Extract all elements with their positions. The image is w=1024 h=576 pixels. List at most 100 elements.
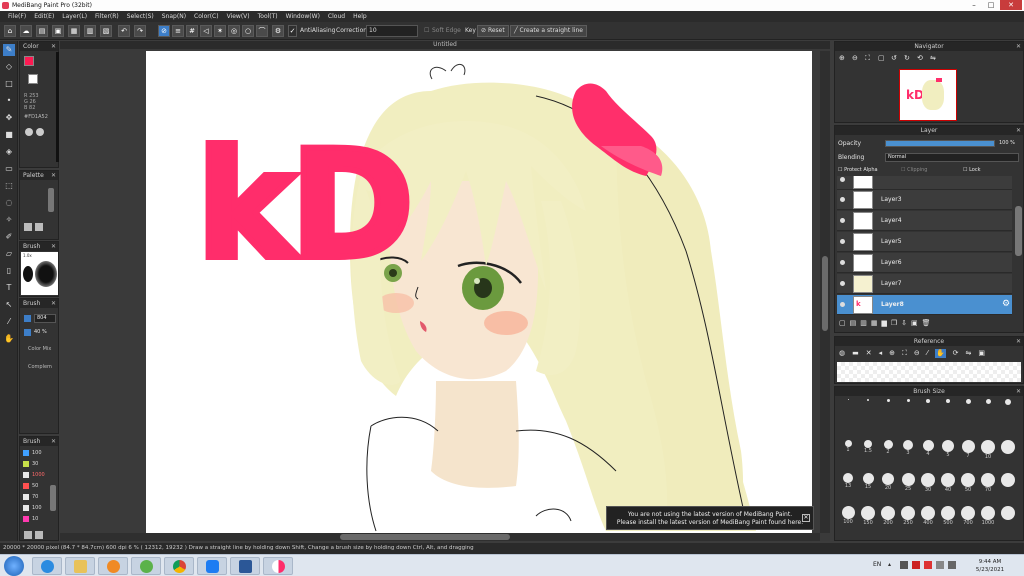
soft-edge-checkbox[interactable]: ☐ — [424, 25, 429, 37]
brush-option-complement[interactable]: Complem — [28, 364, 52, 370]
brush-size-option[interactable]: 400 — [919, 506, 937, 526]
select-tool-icon[interactable]: ⬚ — [3, 180, 15, 192]
taskbar-ie-icon[interactable] — [32, 557, 62, 575]
reference-close-icon[interactable]: ✕ — [866, 349, 872, 358]
close-icon[interactable]: ✕ — [51, 42, 56, 51]
select-eraser-tool-icon[interactable]: ▱ — [3, 248, 15, 260]
eraser-tool-icon[interactable]: ◇ — [3, 61, 15, 73]
brush-size-option[interactable]: 40 — [939, 473, 957, 493]
brush-list-item[interactable]: 50 — [22, 481, 48, 491]
canvas-paper[interactable]: kD — [146, 51, 812, 533]
reference-flip-icon[interactable]: ⇋ — [966, 349, 972, 358]
taskbar-green-app-icon[interactable] — [131, 557, 161, 575]
select-pen-tool-icon[interactable]: ✐ — [3, 231, 15, 243]
brush-size-option[interactable] — [879, 399, 897, 413]
brush-size-option[interactable]: 13 — [839, 473, 857, 489]
brush-size-option[interactable]: 20 — [879, 473, 897, 491]
palette-delete-icon[interactable] — [35, 223, 43, 231]
menu-select[interactable]: Select(S) — [123, 11, 158, 22]
brush-list-item[interactable]: 1000 — [22, 470, 48, 480]
layer-property-icon[interactable]: ▣ — [911, 319, 918, 327]
brush-add-icon[interactable] — [24, 531, 32, 539]
tray-v-icon[interactable] — [924, 561, 932, 569]
straight-line-button[interactable]: ╱ Create a straight line — [510, 25, 587, 37]
layer-blending-select[interactable]: Normal — [885, 153, 1019, 162]
visibility-eye-icon[interactable] — [840, 281, 845, 286]
layer-row[interactable]: Layer6 — [837, 253, 1012, 273]
brush-size-option[interactable] — [999, 506, 1017, 520]
layer-row-selected[interactable]: k Layer8 ⚙ — [837, 295, 1012, 315]
snap-settings-icon[interactable]: ⚙ — [272, 25, 284, 37]
reference-zoom-out-icon[interactable]: ⊖ — [914, 349, 920, 358]
brush-size-option[interactable]: 1000 — [979, 506, 997, 526]
menu-tool[interactable]: Tool(T) — [254, 11, 282, 22]
reference-hand-icon[interactable]: ✋ — [934, 349, 946, 358]
bucket-tool-icon[interactable]: ◈ — [3, 146, 15, 158]
new-folder-icon[interactable]: ▆ — [882, 319, 887, 327]
brush-size-option[interactable] — [839, 399, 857, 413]
tray-volume-icon[interactable] — [948, 561, 956, 569]
layer-row[interactable]: Layer7 — [837, 274, 1012, 294]
document-tab[interactable]: Untitled — [60, 41, 830, 49]
reset-rotation-icon[interactable]: ⟲ — [917, 54, 923, 62]
menu-color[interactable]: Color(C) — [190, 11, 223, 22]
brush-size-option[interactable]: 500 — [939, 506, 957, 526]
menu-view[interactable]: View(V) — [223, 11, 254, 22]
layer-row[interactable]: Layer3 — [837, 190, 1012, 210]
brush-size-option[interactable] — [899, 399, 917, 413]
hand-tool-icon[interactable]: ✋ — [3, 333, 15, 345]
reference-reset-icon[interactable]: ▣ — [978, 349, 985, 358]
brush-list-item[interactable]: 10 — [22, 514, 48, 524]
snap-perspective-icon[interactable]: ◁ — [200, 25, 212, 37]
taskbar-medibang-icon[interactable] — [263, 557, 293, 575]
redo-icon[interactable]: ↷ — [134, 25, 146, 37]
start-button-icon[interactable] — [4, 556, 24, 576]
taskbar-word-icon[interactable] — [230, 557, 260, 575]
visibility-eye-icon[interactable] — [840, 177, 845, 182]
antialiasing-checkbox[interactable]: ✓ — [288, 25, 297, 37]
brush-opacity-value[interactable]: 40 % — [34, 328, 47, 337]
visibility-eye-icon[interactable] — [840, 197, 845, 202]
new-layer-icon[interactable]: ▢ — [839, 319, 846, 327]
taskbar-zalo-icon[interactable] — [197, 557, 227, 575]
divide-tool-icon[interactable]: ▯ — [3, 265, 15, 277]
brush-size-option[interactable]: 50 — [959, 473, 977, 493]
layer-list-scrollbar[interactable] — [1015, 206, 1022, 256]
reset-button[interactable]: ⊘ Reset — [477, 25, 509, 37]
brush-size-option[interactable]: 10 — [979, 440, 997, 460]
close-icon[interactable]: ✕ — [1016, 42, 1021, 51]
export-icon[interactable]: ▦ — [68, 25, 80, 37]
reference-fit-icon[interactable]: ⛶ — [902, 349, 907, 358]
operation-tool-icon[interactable]: ↖ — [3, 299, 15, 311]
fill-rect-tool-icon[interactable]: ■ — [3, 129, 15, 141]
zoom-in-icon[interactable]: ⊕ — [839, 54, 845, 62]
correction-select[interactable]: 10 — [366, 25, 418, 37]
lasso-tool-icon[interactable]: ◌ — [3, 197, 15, 209]
duplicate-layer-icon[interactable]: ❐ — [891, 319, 897, 327]
secondary-color-swatch[interactable] — [28, 74, 38, 84]
new-8bit-layer-icon[interactable]: ▥ — [860, 319, 867, 327]
brush-size-option[interactable] — [939, 399, 957, 413]
undo-icon[interactable]: ↶ — [118, 25, 130, 37]
brush-list-item[interactable]: 100 — [22, 503, 48, 513]
close-icon[interactable]: ✕ — [51, 171, 56, 180]
brush-settings-icon[interactable] — [35, 531, 43, 539]
visibility-eye-icon[interactable] — [840, 218, 845, 223]
brush-size-option[interactable]: 200 — [879, 506, 897, 526]
protect-alpha-checkbox[interactable]: ☐ Protect Alpha — [838, 167, 878, 173]
brush-list-item[interactable]: 30 — [22, 459, 48, 469]
brush-size-option[interactable]: 30 — [919, 473, 937, 493]
brush-size-option[interactable] — [959, 399, 977, 413]
menu-window[interactable]: Window(W) — [282, 11, 324, 22]
brush-size-option[interactable] — [999, 399, 1017, 413]
close-icon[interactable]: ✕ — [1016, 337, 1021, 346]
snap-radial-icon[interactable]: ✶ — [214, 25, 226, 37]
home-icon[interactable]: ⌂ — [4, 25, 16, 37]
reference-folder-icon[interactable]: ▬ — [852, 349, 859, 358]
brush-size-option[interactable]: 2 — [879, 440, 897, 455]
brush-size-option[interactable]: 25 — [899, 473, 917, 492]
delete-layer-icon[interactable]: 🗑 — [922, 319, 931, 327]
gradient-tool-icon[interactable]: ▭ — [3, 163, 15, 175]
brush-size-option[interactable]: 4 — [919, 440, 937, 457]
color-wheel-icon[interactable] — [25, 128, 33, 136]
